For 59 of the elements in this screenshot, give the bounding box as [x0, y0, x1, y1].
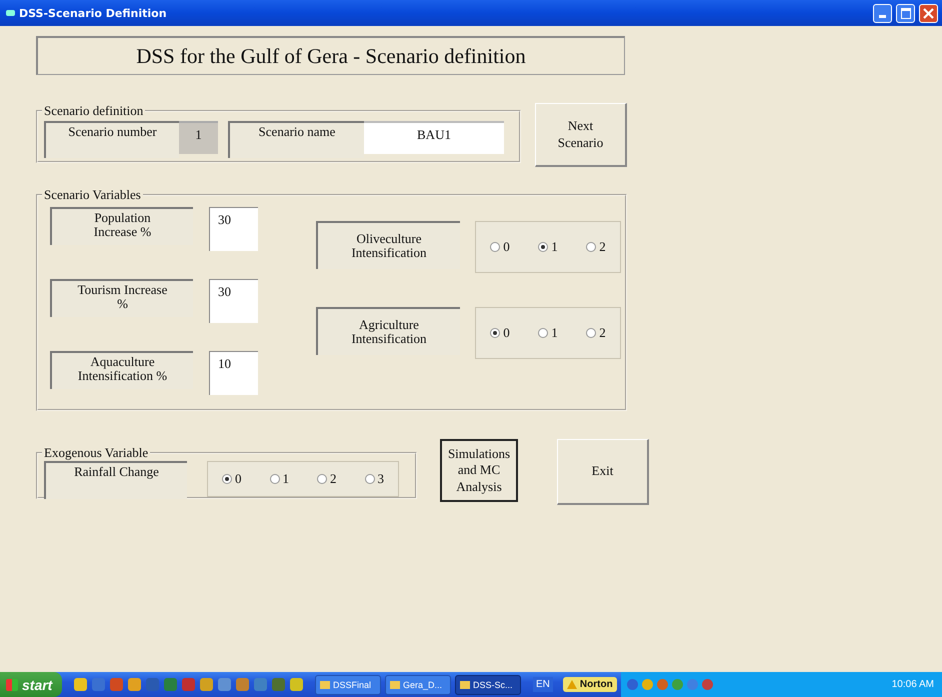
radio-button[interactable]: 1	[538, 239, 558, 255]
radio-button[interactable]: 0	[222, 471, 242, 487]
quick-launch-icon[interactable]	[128, 678, 141, 691]
radio-button[interactable]: 2	[586, 239, 606, 255]
tray-icon[interactable]	[686, 679, 698, 690]
next-scenario-button[interactable]: Next Scenario	[535, 103, 627, 167]
field-label: Population Increase %	[50, 207, 193, 245]
quick-launch-icon[interactable]	[290, 678, 303, 691]
field-label: Tourism Increase %	[50, 279, 193, 317]
language-indicator[interactable]: EN	[533, 677, 553, 692]
number-field: 1	[179, 121, 218, 154]
maximize-button[interactable]	[896, 4, 915, 22]
field-label: Agriculture Intensification	[316, 307, 460, 355]
tray-icon[interactable]	[656, 679, 668, 690]
tray-icon[interactable]	[702, 679, 713, 690]
close-icon	[922, 6, 935, 20]
group-label: Scenario Variables	[43, 187, 142, 203]
radio-button[interactable]: 2	[317, 471, 336, 487]
radio-button[interactable]: 0	[490, 239, 510, 255]
radio-button[interactable]: 0	[490, 325, 510, 341]
quick-launch-icon[interactable]	[254, 678, 267, 691]
app-icon	[6, 10, 15, 16]
input-field[interactable]: 30	[209, 279, 258, 323]
radio-button[interactable]: 3	[364, 471, 384, 487]
quick-launch-icon[interactable]	[200, 678, 213, 691]
quick-launch-icon[interactable]	[74, 678, 87, 691]
tray-icon[interactable]	[626, 679, 638, 690]
field-label: Aquaculture Intensification %	[50, 351, 193, 389]
input-field[interactable]: 10	[209, 351, 258, 395]
clock: 10:06 AM	[892, 679, 935, 690]
taskbar-button[interactable]: DSS-Sc...	[455, 674, 521, 694]
quick-launch-icon[interactable]	[236, 678, 249, 691]
radio-button[interactable]: 2	[586, 325, 606, 341]
taskbar-button[interactable]: DSSFinal	[315, 674, 381, 694]
quick-launch-icon[interactable]	[92, 678, 105, 691]
quick-launch-icon[interactable]	[110, 678, 123, 691]
input-field[interactable]: BAU1	[364, 121, 504, 154]
close-button[interactable]	[919, 4, 938, 22]
minimize-button[interactable]	[873, 4, 892, 22]
start-button[interactable]: start	[0, 672, 62, 697]
form-heading: DSS for the Gulf of Gera - Scenario definition	[36, 36, 625, 75]
norton-notification[interactable]: Norton	[562, 677, 617, 692]
tray-icon[interactable]	[672, 679, 683, 690]
action-button[interactable]: Simulations and MC Analysis	[440, 439, 518, 502]
field-label: Rainfall Change	[44, 461, 187, 499]
group-label: Scenario definition	[43, 103, 144, 119]
radio-button[interactable]: 1	[538, 325, 558, 341]
quick-launch-icon[interactable]	[164, 678, 177, 691]
action-button[interactable]: Exit	[557, 439, 649, 505]
field-label: Scenario number	[44, 121, 179, 158]
window-title: DSS-Scenario Definition	[19, 6, 167, 20]
input-field[interactable]: 30	[209, 207, 258, 251]
radio-button[interactable]: 1	[270, 471, 289, 487]
field-label: Scenario name	[228, 121, 364, 158]
field-label: Oliveculture Intensification	[316, 221, 460, 269]
taskbar-button[interactable]: Gera_D...	[385, 674, 451, 694]
group-label: Exogenous Variable	[43, 445, 150, 461]
tray-icon[interactable]	[642, 679, 653, 690]
quick-launch-icon[interactable]	[218, 678, 231, 691]
